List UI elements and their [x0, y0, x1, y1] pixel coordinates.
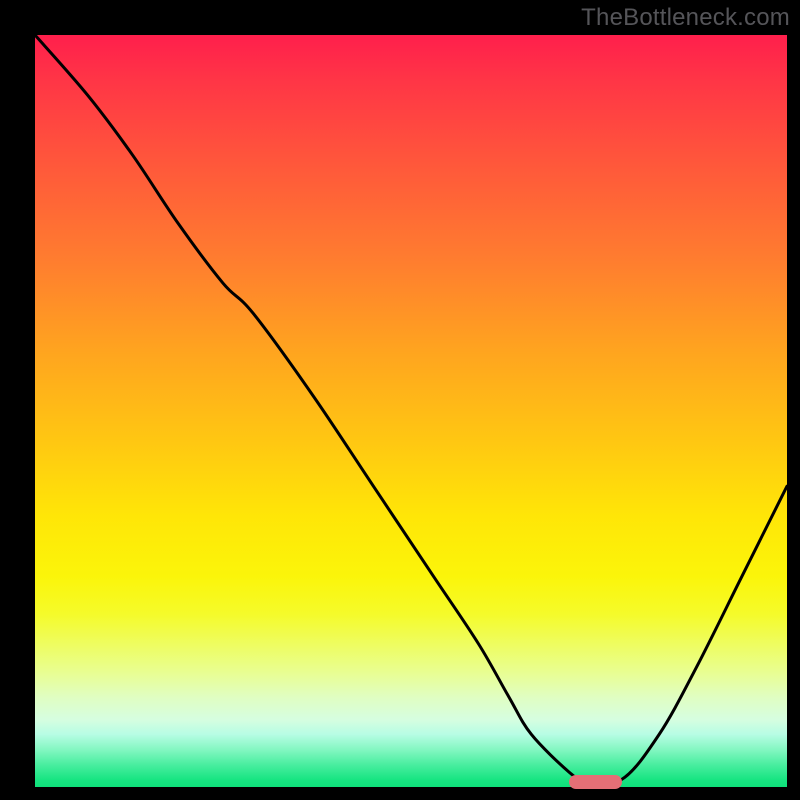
- optimal-marker: [569, 775, 622, 789]
- chart-frame: TheBottleneck.com: [0, 0, 800, 800]
- bottleneck-curve-path: [35, 35, 787, 783]
- curve-svg: [35, 35, 787, 787]
- plot-area: [35, 35, 787, 787]
- attribution-label: TheBottleneck.com: [581, 4, 790, 32]
